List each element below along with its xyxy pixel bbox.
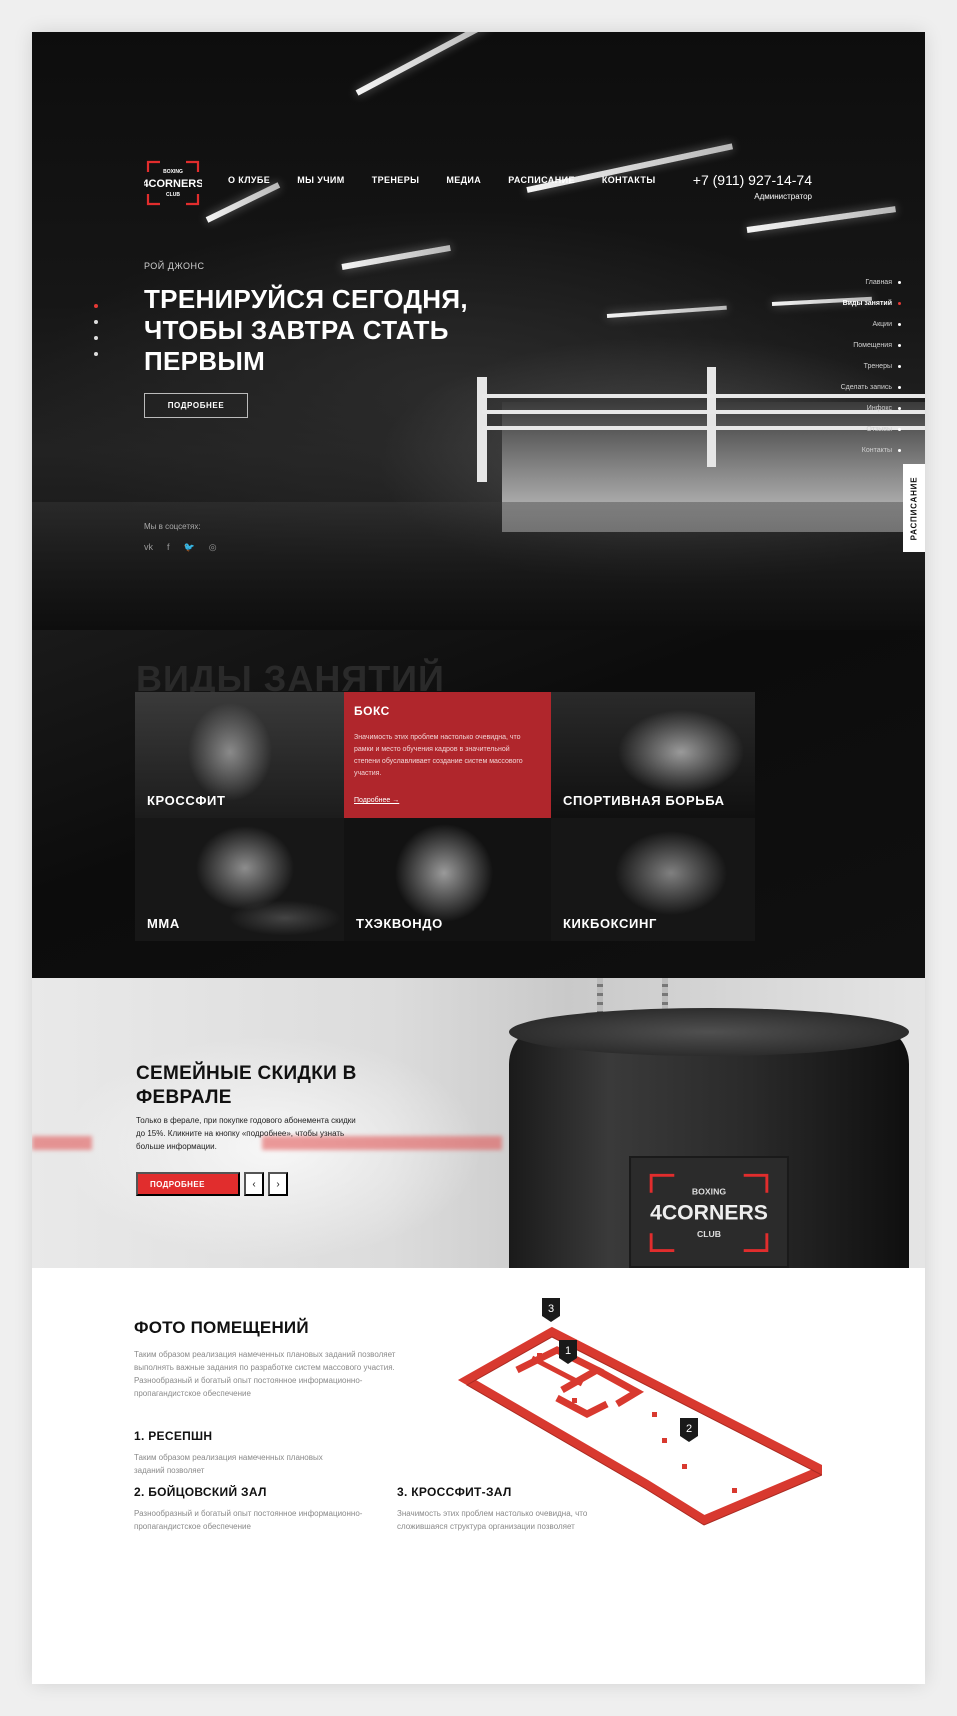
slider-dot[interactable]	[94, 352, 98, 356]
map-marker[interactable]: 3	[542, 1298, 560, 1322]
vk-icon[interactable]: vk	[144, 542, 153, 553]
hero-section: BOXING 4CORNERS CLUB О КЛУБЕ МЫ УЧИМ ТРЕ…	[32, 32, 925, 630]
room-text: Разнообразный и богатый опыт постоянное …	[134, 1509, 363, 1531]
tile-kickboxing[interactable]: КИКБОКСИНГ	[551, 818, 755, 941]
svg-text:BOXING: BOXING	[163, 169, 183, 175]
side-nav-item[interactable]: Отзывы	[741, 419, 901, 440]
instagram-icon[interactable]: ◎	[209, 542, 217, 553]
punching-bag-top	[509, 1008, 909, 1056]
bag-logo-patch: BOXING 4CORNERS CLUB	[629, 1156, 789, 1268]
room-text: Таким образом реализация намеченных план…	[134, 1453, 323, 1475]
tile-taekwondo[interactable]: ТХЭКВОНДО	[344, 818, 551, 941]
dot-icon	[898, 428, 901, 431]
twitter-icon[interactable]: 🐦	[184, 542, 195, 553]
schedule-tab[interactable]: РАСПИСАНИЕ	[903, 464, 925, 552]
tile-label: КРОССФИТ	[147, 793, 226, 808]
promo-more-button[interactable]: ПОДРОБНЕЕ	[136, 1172, 240, 1196]
side-nav-item[interactable]: Помещения	[741, 335, 901, 356]
tile-label: ТХЭКВОНДО	[356, 916, 443, 931]
hero-more-button[interactable]: ПОДРОБНЕЕ	[144, 393, 248, 418]
phone-number[interactable]: +7 (911) 927-14-74	[693, 172, 812, 188]
svg-text:1: 1	[565, 1345, 571, 1357]
promo-title: СЕМЕЙНЫЕ СКИДКИ В ФЕВРАЛЕ	[136, 1063, 357, 1108]
tile-more-link[interactable]: Подробнее →	[354, 797, 399, 804]
page: BOXING 4CORNERS CLUB О КЛУБЕ МЫ УЧИМ ТРЕ…	[32, 32, 925, 1684]
nav-item-programs[interactable]: МЫ УЧИМ	[297, 175, 345, 185]
nav-item-about[interactable]: О КЛУБЕ	[228, 175, 270, 185]
svg-text:BOXING: BOXING	[692, 1187, 726, 1197]
tile-description: Значимость этих проблем настолько очевид…	[354, 734, 523, 777]
ceiling-light	[355, 32, 491, 96]
facebook-icon[interactable]: f	[167, 542, 170, 553]
section-title: ФОТО ПОМЕЩЕНИЙ	[134, 1318, 309, 1337]
rooms-section: ФОТО ПОМЕЩЕНИЙ Таким образом реализация …	[32, 1268, 925, 1684]
side-nav-item[interactable]: Инфокс	[741, 398, 901, 419]
nav-item-schedule[interactable]: РАСПИСАНИЕ	[508, 175, 575, 185]
tile-boxing[interactable]: БОКС Значимость этих проблем настолько о…	[344, 692, 551, 818]
social-label: Мы в соцсетях:	[144, 522, 201, 531]
hero-eyebrow: РОЙ ДЖОНС	[144, 261, 205, 271]
slider-dot[interactable]	[94, 320, 98, 324]
room-title: 2. БОЙЦОВСКИЙ ЗАЛ	[134, 1485, 267, 1499]
rooms-intro: Таким образом реализация намеченных план…	[134, 1350, 396, 1398]
training-grid: КРОССФИТ БОКС Значимость этих проблем на…	[135, 692, 755, 941]
tile-label: СПОРТИВНАЯ БОРЬБА	[563, 793, 725, 808]
tile-label: КИКБОКСИНГ	[563, 916, 657, 931]
background-decor	[32, 1136, 92, 1150]
side-nav-item-active[interactable]: Виды занятий	[741, 293, 901, 314]
promo-text: Только в ферале, при покупке годового аб…	[136, 1116, 356, 1151]
side-nav-item[interactable]: Контакты	[741, 440, 901, 461]
svg-text:CLUB: CLUB	[697, 1229, 721, 1239]
promo-section: BOXING 4CORNERS CLUB СЕМЕЙНЫЕ СКИДКИ В Ф…	[32, 978, 925, 1268]
tile-wrestling[interactable]: СПОРТИВНАЯ БОРЬБА	[551, 692, 755, 818]
room-title: 1. РЕСЕПШН	[134, 1429, 213, 1443]
ceiling-light	[341, 244, 451, 270]
tile-mma[interactable]: ММА	[135, 818, 344, 941]
svg-text:2: 2	[686, 1423, 692, 1435]
side-nav-item[interactable]: Главная	[741, 272, 901, 293]
logo[interactable]: BOXING 4CORNERS CLUB	[144, 160, 202, 206]
dot-icon	[898, 386, 901, 389]
slider-dot[interactable]	[94, 336, 98, 340]
slider-dot[interactable]	[94, 304, 98, 308]
dot-icon	[898, 323, 901, 326]
svg-text:4CORNERS: 4CORNERS	[144, 178, 202, 190]
next-arrow-icon[interactable]: ›	[268, 1172, 288, 1196]
room-item[interactable]: 2. БОЙЦОВСКИЙ ЗАЛ Разнообразный и богаты…	[134, 1485, 364, 1533]
tile-crossfit[interactable]: КРОССФИТ	[135, 692, 344, 818]
svg-text:4CORNERS: 4CORNERS	[650, 1202, 768, 1225]
side-nav-item[interactable]: Тренеры	[741, 356, 901, 377]
dot-icon	[898, 302, 901, 305]
phone-caption: Администратор	[754, 192, 812, 201]
schedule-tab-label: РАСПИСАНИЕ	[909, 476, 919, 540]
tile-label: ММА	[147, 916, 180, 931]
prev-arrow-icon[interactable]: ‹	[244, 1172, 264, 1196]
room-item[interactable]: 1. РЕСЕПШН Таким образом реализация наме…	[134, 1429, 334, 1477]
hero-title: ТРЕНИРУЙСЯ СЕГОДНЯ, ЧТОБЫ ЗАВТРА СТАТЬ П…	[144, 284, 468, 376]
side-nav-item[interactable]: Сделать запись	[741, 377, 901, 398]
social-links: vk f 🐦 ◎	[144, 542, 217, 553]
training-types-section: ВИДЫ ЗАНЯТИЙ КРОССФИТ БОКС Значимость эт…	[32, 630, 925, 978]
nav-item-contacts[interactable]: КОНТАКТЫ	[602, 175, 656, 185]
dot-icon	[898, 281, 901, 284]
main-nav: О КЛУБЕ МЫ УЧИМ ТРЕНЕРЫ МЕДИА РАСПИСАНИЕ…	[228, 175, 683, 185]
ceiling-light	[746, 206, 896, 233]
dot-icon	[898, 407, 901, 410]
svg-text:3: 3	[548, 1303, 554, 1315]
tile-title: БОКС	[354, 704, 390, 718]
ceiling-light	[205, 182, 281, 223]
side-nav: Главная Виды занятий Акции Помещения Тре…	[741, 272, 901, 461]
floor-plan[interactable]: 1 2 3	[422, 1288, 822, 1528]
ceiling-light	[606, 305, 727, 318]
slider-dots	[94, 304, 98, 368]
dot-icon	[898, 365, 901, 368]
svg-text:CLUB: CLUB	[166, 192, 180, 198]
nav-item-trainers[interactable]: ТРЕНЕРЫ	[372, 175, 420, 185]
dot-icon	[898, 344, 901, 347]
ring-post	[707, 367, 716, 467]
dot-icon	[898, 449, 901, 452]
side-nav-item[interactable]: Акции	[741, 314, 901, 335]
nav-item-media[interactable]: МЕДИА	[446, 175, 481, 185]
